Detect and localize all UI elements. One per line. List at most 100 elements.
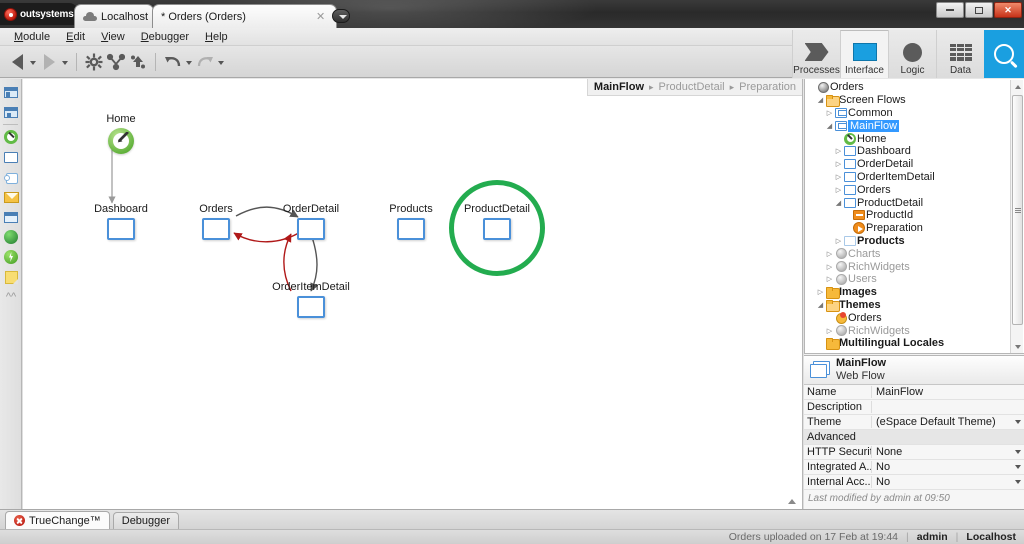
tree-expander-collapsed[interactable]: ▷ xyxy=(834,186,843,194)
tree-item-productdetail[interactable]: ◢ ProductDetail xyxy=(805,196,1024,209)
block-icon[interactable] xyxy=(0,167,22,187)
bolt-icon[interactable] xyxy=(0,247,22,267)
tree-item-theme-orders[interactable]: Orders xyxy=(805,311,1024,325)
tree-item-screen-flows[interactable]: ◢ Screen Flows xyxy=(805,94,1024,108)
redo-history-chevron-down-icon[interactable] xyxy=(216,50,226,74)
tab-close-icon[interactable]: ✕ xyxy=(316,12,325,23)
property-section-advanced[interactable]: Advanced xyxy=(804,430,1024,445)
popup-icon[interactable] xyxy=(0,207,22,227)
breadcrumb-item-productdetail[interactable]: ProductDetail xyxy=(659,81,725,93)
flow-node-home[interactable]: Home xyxy=(95,113,147,154)
chevron-down-icon[interactable] xyxy=(1015,420,1021,424)
flow-canvas[interactable]: MainFlow ▸ ProductDetail ▸ Preparation H… xyxy=(23,79,803,509)
screen-icon[interactable] xyxy=(483,218,511,240)
tree-expander-collapsed[interactable]: ▷ xyxy=(816,288,825,296)
window-list-icon[interactable] xyxy=(0,102,22,122)
menu-help[interactable]: Help xyxy=(197,30,236,44)
tree-item-richwidgets[interactable]: ▷ RichWidgets xyxy=(805,260,1024,273)
minimize-button[interactable] xyxy=(936,2,964,18)
tree-expander-collapsed[interactable]: ▷ xyxy=(825,263,834,271)
tab-orders[interactable]: * Orders (Orders) xyxy=(152,4,337,28)
mode-processes[interactable]: Processes xyxy=(792,30,840,78)
tree-item-dashboard[interactable]: ▷ Dashboard xyxy=(805,145,1024,158)
gear-icon[interactable] xyxy=(83,50,105,74)
globe-icon[interactable] xyxy=(0,227,22,247)
tree-expander-collapsed[interactable]: ▷ xyxy=(825,250,834,258)
search-button[interactable] xyxy=(984,30,1024,78)
canvas-scroll-up-button[interactable] xyxy=(786,495,798,507)
tree-scrollbar-thumb[interactable] xyxy=(1012,95,1023,325)
theme-dropdown[interactable]: (eSpace Default Theme) xyxy=(872,416,1024,428)
breadcrumb-current[interactable]: MainFlow xyxy=(594,81,644,93)
screen-icon[interactable] xyxy=(297,218,325,240)
tree-item-products[interactable]: ▷ Products xyxy=(805,235,1024,248)
tab-localhost[interactable]: Localhost xyxy=(74,4,154,28)
forward-history-chevron-down-icon[interactable] xyxy=(60,50,70,74)
tree-scrollbar[interactable] xyxy=(1010,80,1023,353)
tree-item-orderdetail[interactable]: ▷ OrderDetail xyxy=(805,158,1024,171)
flow-node-productdetail[interactable]: ProductDetail xyxy=(447,203,547,240)
menu-module[interactable]: Module xyxy=(6,30,58,44)
screen-icon[interactable] xyxy=(397,218,425,240)
tree-item-productid[interactable]: ProductId xyxy=(805,209,1024,222)
element-tree[interactable]: Orders ◢ Screen Flows ▷ Common ◢ MainFlo… xyxy=(804,79,1024,354)
tree-item-images[interactable]: ▷ Images xyxy=(805,286,1024,300)
flow-node-orderdetail[interactable]: OrderDetail xyxy=(261,203,361,240)
flow-node-products[interactable]: Products xyxy=(371,203,451,240)
tree-item-users[interactable]: ▷ Users xyxy=(805,273,1024,286)
redo-icon[interactable] xyxy=(194,50,216,74)
flow-node-dashboard[interactable]: Dashboard xyxy=(73,203,169,240)
tree-expander-collapsed[interactable]: ▷ xyxy=(825,327,834,335)
tree-item-preparation[interactable]: Preparation xyxy=(805,222,1024,235)
deploy-icon[interactable] xyxy=(127,50,149,74)
flow-node-orders[interactable]: Orders xyxy=(181,203,251,240)
name-field[interactable]: MainFlow xyxy=(872,386,1024,398)
close-button[interactable]: ✕ xyxy=(994,2,1022,18)
internal-access-dropdown[interactable]: No xyxy=(872,476,1024,488)
tree-expander-collapsed[interactable]: ▷ xyxy=(825,109,834,117)
tree-item-orderitemdetail[interactable]: ▷ OrderItemDetail xyxy=(805,171,1024,184)
tree-item-mainflow[interactable]: ◢ MainFlow xyxy=(805,119,1024,132)
tree-item-charts[interactable]: ▷ Charts xyxy=(805,247,1024,260)
tree-item-theme-richwidgets[interactable]: ▷ RichWidgets xyxy=(805,324,1024,337)
note-icon[interactable] xyxy=(0,267,22,287)
tree-expander-collapsed[interactable]: ▷ xyxy=(834,173,843,181)
chevron-down-icon[interactable] xyxy=(1015,450,1021,454)
back-history-chevron-down-icon[interactable] xyxy=(28,50,38,74)
menu-edit[interactable]: Edit xyxy=(58,30,93,44)
tree-expander-expanded[interactable]: ◢ xyxy=(816,301,825,309)
merge-icon[interactable] xyxy=(105,50,127,74)
start-node-icon[interactable] xyxy=(0,127,22,147)
mode-data[interactable]: Data xyxy=(936,30,984,78)
tree-item-home[interactable]: Home xyxy=(805,132,1024,145)
undo-icon[interactable] xyxy=(162,50,184,74)
tree-item-themes[interactable]: ◢ Themes xyxy=(805,299,1024,312)
flow-node-orderitemdetail[interactable]: OrderItemDetail xyxy=(244,281,378,318)
tab-debugger[interactable]: Debugger xyxy=(112,512,180,529)
mode-interface[interactable]: Interface xyxy=(840,30,888,78)
scroll-down-icon[interactable] xyxy=(1011,340,1024,353)
tree-item-multilingual-locales[interactable]: Multilingual Locales xyxy=(805,337,1024,351)
window-icon[interactable] xyxy=(0,82,22,102)
scroll-up-icon[interactable] xyxy=(1011,80,1024,93)
screen-icon[interactable] xyxy=(297,296,325,318)
tree-item-orders-module[interactable]: Orders xyxy=(805,81,1024,94)
tab-list-chevron-down-icon[interactable] xyxy=(332,9,350,23)
tree-expander-expanded[interactable]: ◢ xyxy=(825,122,834,130)
tree-item-orders-screen[interactable]: ▷ Orders xyxy=(805,183,1024,196)
tab-truechange[interactable]: TrueChange™ xyxy=(5,511,110,529)
http-security-dropdown[interactable]: None xyxy=(872,446,1024,458)
maximize-button[interactable] xyxy=(965,2,993,18)
chevron-down-icon[interactable] xyxy=(1015,480,1021,484)
screen-icon[interactable] xyxy=(0,147,22,167)
menu-view[interactable]: View xyxy=(93,30,133,44)
mode-logic[interactable]: Logic xyxy=(888,30,936,78)
mail-icon[interactable] xyxy=(0,187,22,207)
integrated-auth-dropdown[interactable]: No xyxy=(872,461,1024,473)
screen-icon[interactable] xyxy=(202,218,230,240)
tree-expander-collapsed[interactable]: ▷ xyxy=(834,160,843,168)
chevron-down-icon[interactable] xyxy=(1015,465,1021,469)
tree-expander-collapsed[interactable]: ▷ xyxy=(825,275,834,283)
breadcrumb-item-preparation[interactable]: Preparation xyxy=(739,81,796,93)
undo-history-chevron-down-icon[interactable] xyxy=(184,50,194,74)
